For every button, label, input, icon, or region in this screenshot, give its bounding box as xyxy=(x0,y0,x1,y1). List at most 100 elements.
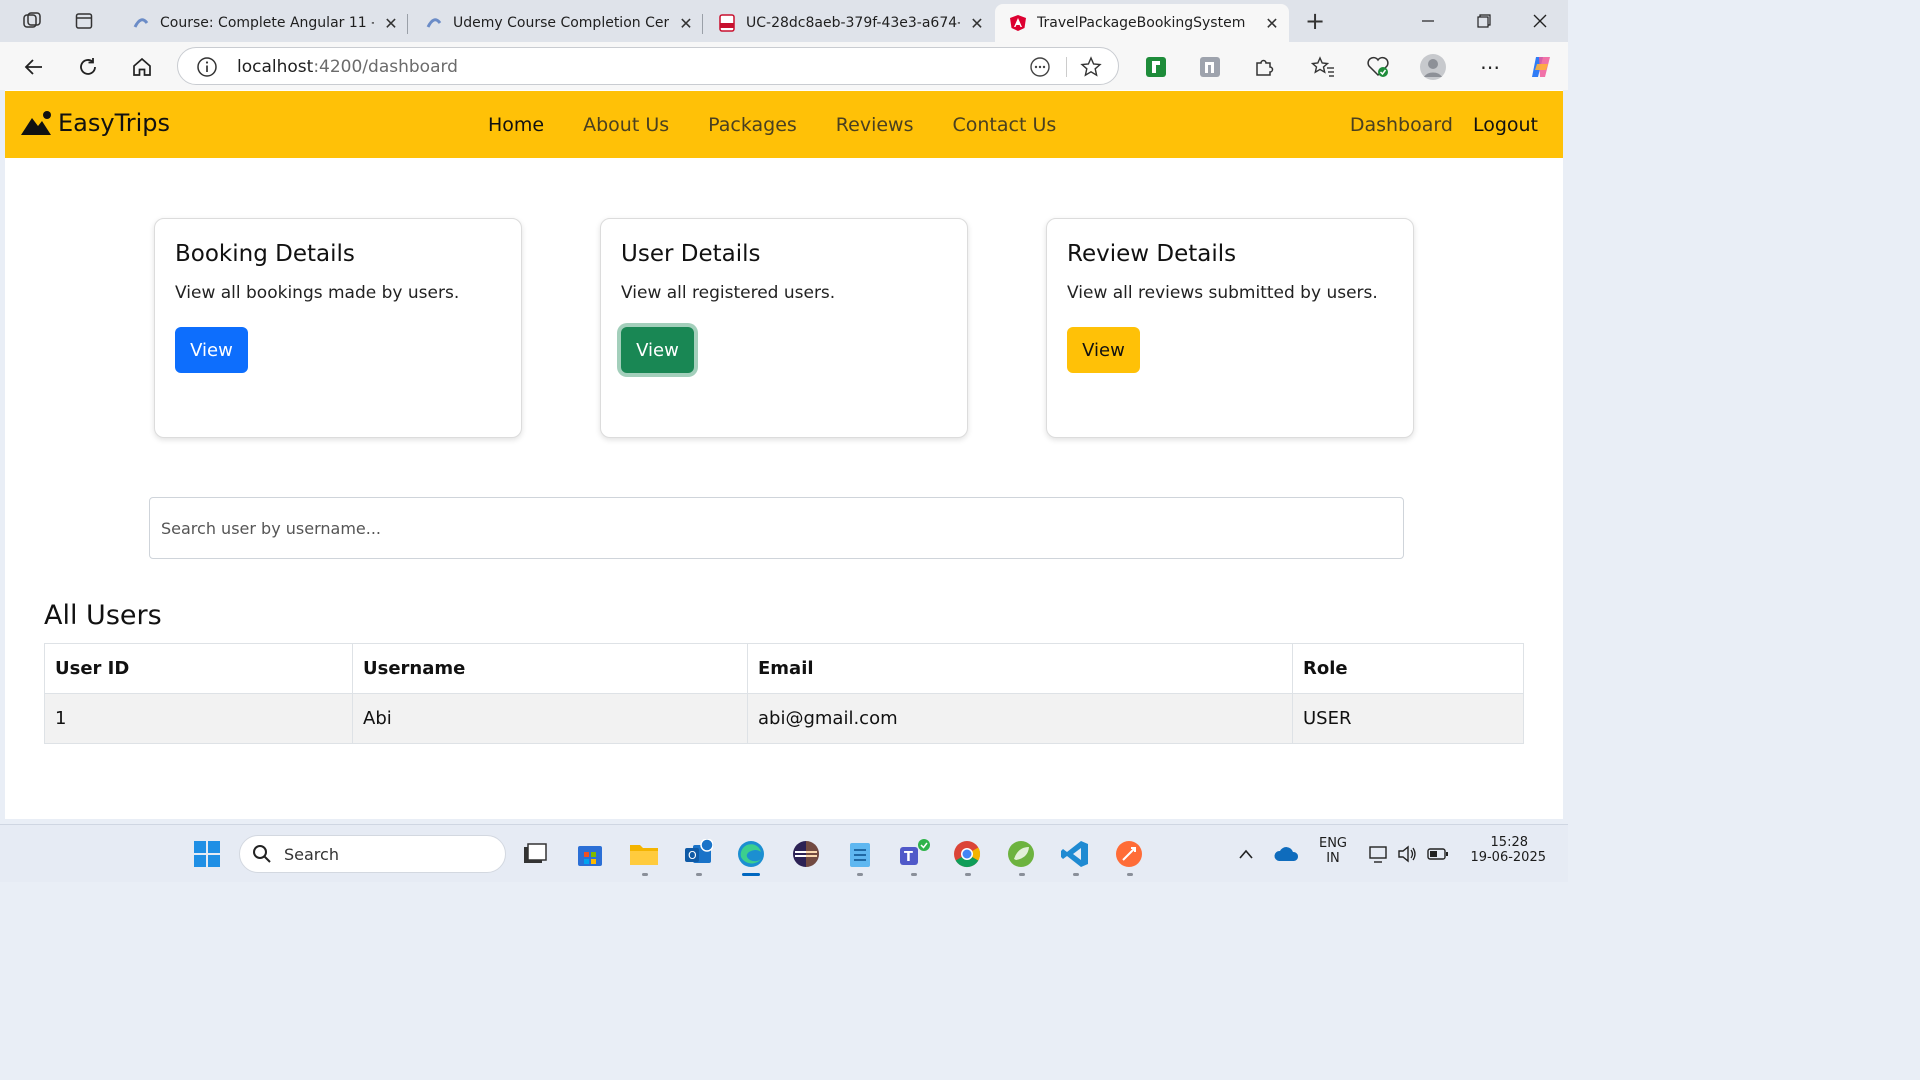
minimize-icon[interactable] xyxy=(1400,0,1456,42)
eclipse-icon[interactable] xyxy=(789,837,823,871)
address-bar[interactable]: localhost:4200/dashboard xyxy=(177,47,1119,85)
taskbar-search[interactable]: Search xyxy=(239,835,506,873)
extension-green-icon[interactable] xyxy=(1141,52,1171,82)
outlook-icon[interactable]: O xyxy=(681,837,715,871)
spring-tools-icon[interactable] xyxy=(1004,837,1038,871)
battery-icon[interactable] xyxy=(1421,837,1455,871)
card-text: View all registered users. xyxy=(621,283,836,303)
browser-tab-4[interactable]: TravelPackageBookingSystem ✕ xyxy=(995,4,1289,42)
col-email: Email xyxy=(747,643,1293,694)
clock-date: 19-06-2025 xyxy=(1470,850,1546,865)
mountain-logo-icon xyxy=(21,111,51,135)
brand-name: EasyTrips xyxy=(58,109,170,137)
search-icon xyxy=(252,844,272,868)
tab-close-icon[interactable]: ✕ xyxy=(382,14,400,33)
nav-home[interactable]: Home xyxy=(488,114,544,136)
url-path: :4200/dashboard xyxy=(313,57,458,77)
language-code: ENG xyxy=(1318,836,1347,851)
card-text: View all bookings made by users. xyxy=(175,283,460,303)
teams-icon[interactable]: T xyxy=(897,837,931,871)
browser-essentials-icon[interactable] xyxy=(1363,52,1393,82)
refresh-icon[interactable] xyxy=(73,52,103,82)
view-bookings-button[interactable]: View xyxy=(175,327,248,373)
edge-browser-icon[interactable] xyxy=(734,837,768,871)
nav-dashboard[interactable]: Dashboard xyxy=(1350,114,1453,136)
running-indicator xyxy=(696,873,702,876)
clock[interactable]: 15:28 19-06-2025 xyxy=(1464,835,1550,865)
copilot-icon[interactable] xyxy=(1526,52,1556,82)
tab-close-icon[interactable]: ✕ xyxy=(1263,14,1281,33)
volume-icon[interactable] xyxy=(1391,837,1425,871)
windows-start-icon[interactable] xyxy=(190,837,224,871)
workspaces-icon[interactable] xyxy=(18,8,46,34)
tab-close-icon[interactable]: ✕ xyxy=(968,14,986,33)
notepad-icon[interactable] xyxy=(843,837,877,871)
vscode-icon[interactable] xyxy=(1058,837,1092,871)
browser-tab-1[interactable]: Course: Complete Angular 11 - Ul ✕ xyxy=(118,4,408,42)
nav-contact-us[interactable]: Contact Us xyxy=(953,114,1057,136)
card-title: User Details xyxy=(621,241,761,267)
tab-title: UC-28dc8aeb-379f-43e3-a674-c5 xyxy=(746,15,960,31)
brand[interactable]: EasyTrips xyxy=(20,109,170,137)
restore-icon[interactable] xyxy=(1456,0,1512,42)
pdf-favicon-icon xyxy=(718,14,736,32)
browser-tab-2[interactable]: Udemy Course Completion Certifi ✕ xyxy=(411,4,703,42)
cell-email: abi@gmail.com xyxy=(747,693,1293,744)
favorites-icon[interactable] xyxy=(1308,52,1338,82)
table-header-row: User ID Username Email Role xyxy=(44,643,1524,694)
file-explorer-icon[interactable] xyxy=(627,837,661,871)
card-text: View all reviews submitted by users. xyxy=(1067,283,1378,303)
udemy-favicon-icon xyxy=(132,14,150,32)
running-indicator xyxy=(1127,873,1133,876)
card-title: Review Details xyxy=(1067,241,1237,267)
nav-reviews[interactable]: Reviews xyxy=(836,114,914,136)
web-page: EasyTrips Home About Us Packages Reviews… xyxy=(5,90,1563,819)
url-text[interactable]: localhost:4200/dashboard xyxy=(237,57,458,77)
site-info-icon[interactable] xyxy=(196,56,218,82)
running-indicator xyxy=(642,873,648,876)
chrome-icon[interactable] xyxy=(950,837,984,871)
nav-logout[interactable]: Logout xyxy=(1473,114,1538,136)
nav-packages[interactable]: Packages xyxy=(708,114,797,136)
running-indicator xyxy=(965,873,971,876)
tab-title: Course: Complete Angular 11 - Ul xyxy=(160,15,374,31)
home-icon[interactable] xyxy=(127,52,157,82)
nav-about-us[interactable]: About Us xyxy=(583,114,669,136)
table-row: 1 Abi abi@gmail.com USER xyxy=(44,693,1524,744)
more-menu-icon[interactable]: ⋯ xyxy=(1475,52,1505,82)
extension-n-icon[interactable] xyxy=(1195,52,1225,82)
tab-actions-icon[interactable] xyxy=(70,8,98,34)
onedrive-cloud-icon[interactable] xyxy=(1269,837,1303,871)
udemy-favicon-icon xyxy=(425,14,443,32)
active-app-indicator xyxy=(742,873,760,876)
url-host: localhost xyxy=(237,57,314,77)
language-indicator[interactable]: ENG IN xyxy=(1314,836,1352,866)
nav-right: Dashboard Logout xyxy=(1350,114,1538,136)
user-search-input[interactable] xyxy=(149,497,1404,559)
taskbar: Search O T ENG IN 15:28 19-06-2025 xyxy=(0,824,1568,882)
favorite-star-icon[interactable] xyxy=(1080,56,1102,82)
back-icon[interactable] xyxy=(19,52,49,82)
col-role: Role xyxy=(1292,643,1524,694)
new-tab-icon[interactable]: + xyxy=(1301,7,1329,35)
clock-time: 15:28 xyxy=(1490,835,1528,850)
show-hidden-icons-chevron-icon[interactable] xyxy=(1229,837,1263,871)
read-aloud-icon[interactable] xyxy=(1029,56,1051,82)
close-window-icon[interactable] xyxy=(1512,0,1568,42)
browser-tab-3[interactable]: UC-28dc8aeb-379f-43e3-a674-c5 ✕ xyxy=(704,4,994,42)
extensions-puzzle-icon[interactable] xyxy=(1249,52,1279,82)
taskbar-search-label: Search xyxy=(284,845,339,864)
view-reviews-button[interactable]: View xyxy=(1067,327,1140,373)
all-users-title: All Users xyxy=(44,600,162,631)
profile-avatar-icon[interactable] xyxy=(1418,52,1448,82)
microsoft-store-icon[interactable] xyxy=(573,837,607,871)
svg-text:T: T xyxy=(904,850,913,865)
view-users-button[interactable]: View xyxy=(621,327,694,373)
cell-role: USER xyxy=(1292,693,1524,744)
postman-icon[interactable] xyxy=(1112,837,1146,871)
tab-title: TravelPackageBookingSystem xyxy=(1037,15,1246,31)
task-view-icon[interactable] xyxy=(518,837,552,871)
user-details-card: User Details View all registered users. … xyxy=(600,218,968,438)
navbar: EasyTrips Home About Us Packages Reviews… xyxy=(5,91,1563,158)
tab-close-icon[interactable]: ✕ xyxy=(677,14,695,33)
